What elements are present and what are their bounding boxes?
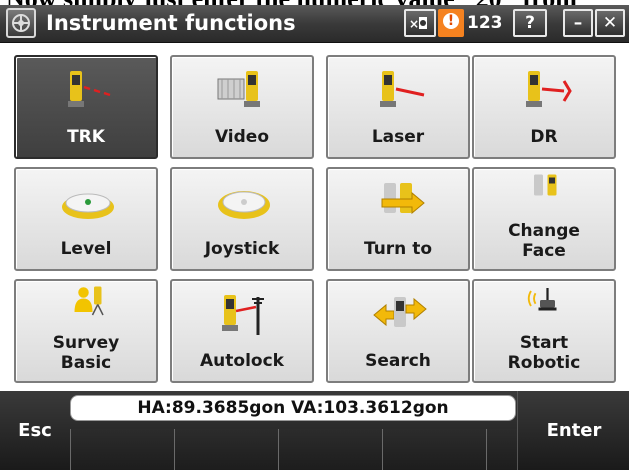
autolock-button[interactable]: Autolock [170, 279, 314, 383]
autolock-icon [222, 295, 264, 335]
softkey-2[interactable] [174, 429, 278, 470]
window-title: Instrument functions [46, 11, 296, 35]
angle-readout: HA:89.3685gon VA:103.3612gon [70, 395, 516, 421]
search-button[interactable]: Search [326, 279, 470, 383]
esc-button[interactable]: Esc [0, 391, 70, 470]
dr-button[interactable]: DR [472, 55, 616, 159]
change-face-button[interactable]: Change Face [472, 167, 616, 271]
tile-label: Search [365, 351, 431, 371]
warning-icon[interactable]: ! [438, 9, 464, 37]
help-label: ? [525, 13, 535, 33]
softkey-1[interactable] [70, 429, 174, 470]
turn-to-button[interactable]: Turn to [326, 167, 470, 271]
title-bar: Instrument functions × ! 123 ? – ✕ [0, 5, 629, 43]
survey-basic-button[interactable]: Survey Basic [14, 279, 158, 383]
joystick-icon [218, 191, 270, 219]
video-button[interactable]: Video [170, 55, 314, 159]
softkey-4[interactable] [382, 429, 486, 470]
tile-label: Level [60, 239, 112, 259]
minimize-label: – [573, 13, 583, 33]
joystick-button[interactable]: Joystick [170, 167, 314, 271]
instrument-functions-grid: TRK Video Laser DR Level Joystick Turn t… [0, 43, 629, 391]
app-menu-icon[interactable] [6, 8, 36, 38]
softkey-3[interactable] [278, 429, 382, 470]
laser-button[interactable]: Laser [326, 55, 470, 159]
total-station-dr-icon [526, 71, 572, 107]
level-button[interactable]: Level [14, 167, 158, 271]
tile-label: Autolock [200, 351, 284, 371]
tile-label: Turn to [363, 239, 433, 259]
close-icon: ✕ [602, 13, 618, 33]
survey-basic-icon [74, 286, 104, 316]
start-robotic-icon [527, 288, 557, 311]
search-arrows-icon [373, 297, 427, 327]
trk-button[interactable]: TRK [14, 55, 158, 159]
svg-text:×: × [409, 17, 419, 31]
level-bubble-icon [62, 193, 114, 219]
enter-button[interactable]: Enter [517, 391, 629, 470]
softkey-5[interactable] [486, 429, 517, 470]
tile-label: Start Robotic [507, 333, 581, 373]
change-face-icon [534, 174, 557, 196]
start-robotic-button[interactable]: Start Robotic [472, 279, 616, 383]
tile-label: Survey Basic [52, 333, 120, 373]
connection-icon[interactable]: × [404, 9, 436, 37]
total-station-laser-dashed-icon [68, 71, 111, 107]
minimize-button[interactable]: – [563, 9, 593, 37]
tile-label: TRK [67, 127, 105, 147]
tile-label: Video [214, 127, 270, 147]
close-button[interactable]: ✕ [595, 9, 625, 37]
total-station-laser-icon [380, 71, 425, 107]
turn-to-icon [381, 183, 425, 215]
help-button[interactable]: ? [513, 9, 547, 37]
tile-label: Laser [371, 127, 425, 147]
total-station-video-icon [217, 71, 260, 107]
input-mode-indicator[interactable]: 123 [467, 9, 503, 37]
tile-label: Change Face [508, 221, 580, 261]
tile-label: DR [530, 127, 558, 147]
bottom-bar: Esc HA:89.3685gon VA:103.3612gon Enter [0, 391, 629, 470]
tile-label: Joystick [204, 239, 280, 259]
